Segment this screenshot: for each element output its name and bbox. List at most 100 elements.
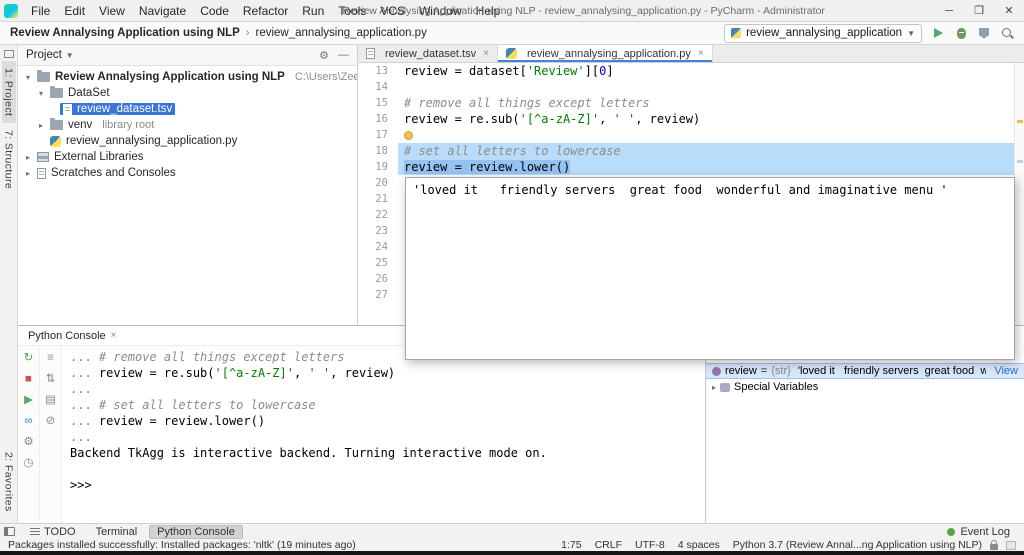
tool-windows-icon[interactable] — [3, 50, 14, 58]
console-token: review = re.sub( — [98, 366, 215, 380]
main-toolbar: Review Annalysing Application using NLP ›… — [0, 22, 1024, 45]
menu-view[interactable]: View — [92, 4, 132, 18]
tree-item-review-dataset-tsv[interactable]: review_dataset.tsv — [18, 101, 357, 117]
editor-line-17[interactable]: 17 — [358, 127, 1014, 143]
close-tab-icon[interactable]: × — [698, 48, 704, 59]
settings-gear-icon[interactable]: ⚙ — [22, 435, 36, 449]
chevron-down-icon[interactable]: ▼ — [66, 51, 74, 60]
project-panel-title[interactable]: Project — [26, 49, 62, 61]
warning-stripe-mark[interactable] — [1017, 120, 1023, 123]
maximize-button[interactable]: ❒ — [964, 0, 994, 21]
editor-line-13[interactable]: 13 review = dataset['Review'][0] — [358, 63, 1014, 79]
python-interpreter[interactable]: Python 3.7 (Review Annal...ng Applicatio… — [733, 539, 982, 551]
selection-stripe-mark[interactable] — [1017, 160, 1023, 163]
execute-icon[interactable]: ▶ — [22, 393, 36, 407]
tool-window-label: Python Console — [157, 525, 235, 538]
hide-panel-icon[interactable]: — — [338, 49, 349, 62]
caret-position[interactable]: 1:75 — [561, 539, 581, 551]
chevron-icon[interactable]: ▾ — [22, 73, 34, 82]
console-line: ... # set all letters to lowercase — [70, 397, 697, 413]
print-icon[interactable]: ▤ — [44, 393, 58, 407]
menu-refactor[interactable]: Refactor — [236, 4, 295, 18]
editor-scrollbar[interactable] — [1014, 63, 1024, 325]
status-message[interactable]: Packages installed successfully: Install… — [8, 539, 356, 551]
menu-file[interactable]: File — [24, 4, 57, 18]
file-encoding[interactable]: UTF-8 — [635, 539, 665, 551]
console-output[interactable]: ... # remove all things except letters..… — [62, 346, 705, 523]
debug-button[interactable] — [952, 24, 970, 42]
tab-review-dataset-tsv[interactable]: review_dataset.tsv × — [358, 45, 498, 62]
tree-item-external-libraries[interactable]: ▸ External Libraries — [18, 149, 357, 165]
breadcrumb-item-review-annalysing-application-py[interactable]: review_annalysing_application.py — [256, 27, 427, 39]
tree-item-review-annalysing-application-using-nlp[interactable]: ▾ Review Annalysing Application using NLP… — [18, 69, 357, 85]
tree-item-review-annalysing-application-py[interactable]: review_annalysing_application.py — [18, 133, 357, 149]
tree-item-venv[interactable]: ▸ venv library root — [18, 117, 357, 133]
tool-window-quick-access[interactable] — [0, 527, 18, 536]
close-tab-icon[interactable]: × — [483, 48, 489, 59]
left-tool-strip: 1: Project 7: Structure 2: Favorites — [0, 45, 18, 523]
editor-line-19[interactable]: 19 review = review.lower() — [358, 159, 1014, 175]
libraries-icon — [37, 152, 49, 162]
tool-windows-icon — [3, 527, 15, 536]
clear-icon[interactable]: ⊘ — [44, 414, 58, 428]
tree-item-label: review_annalysing_application.py — [66, 135, 238, 147]
soft-wrap-icon[interactable]: ⇅ — [44, 372, 58, 386]
console-token: ' ' — [308, 366, 331, 380]
tree-item-label: review_dataset.tsv — [77, 103, 173, 115]
line-number: 25 — [375, 257, 388, 269]
tree-item-scratches-and-consoles[interactable]: ▸ Scratches and Consoles — [18, 165, 357, 181]
tool-window-button-terminal[interactable]: Terminal — [88, 525, 146, 539]
event-log-button[interactable]: Event Log — [947, 526, 1010, 538]
tool-window-button-python-console[interactable]: Python Console — [149, 524, 243, 539]
close-button[interactable]: ✕ — [994, 0, 1024, 21]
tool-window-button-todo[interactable]: TODO — [22, 525, 84, 539]
editor-line-18[interactable]: 18 # set all letters to lowercase — [358, 143, 1014, 159]
console-tab[interactable]: Python Console — [28, 330, 106, 342]
settings-gear-icon[interactable]: ⚙ — [319, 49, 329, 62]
indent-style[interactable]: 4 spaces — [678, 539, 720, 551]
attach-debugger-icon[interactable]: ∞ — [22, 414, 36, 428]
tab-review-annalysing-application-py[interactable]: review_annalysing_application.py × — [497, 45, 713, 62]
tool-strip-7-structure[interactable]: 7: Structure — [2, 123, 16, 196]
menu-run[interactable]: Run — [295, 4, 331, 18]
chevron-icon[interactable]: ▸ — [22, 153, 34, 162]
line-separator[interactable]: CRLF — [595, 539, 622, 551]
tool-strip-2-favorites[interactable]: 2: Favorites — [2, 445, 16, 519]
view-link[interactable]: View — [994, 365, 1018, 377]
value-tooltip-popup: 'loved it friendly servers great food wo… — [405, 177, 1015, 360]
minimize-button[interactable]: ─ — [934, 0, 964, 21]
stop-icon[interactable]: ■ — [22, 372, 36, 386]
coverage-button[interactable] — [975, 24, 993, 42]
variable-row-special-variables[interactable]: ▸ Special Variables — [706, 379, 1024, 395]
breadcrumb-item-review-annalysing-application-using-nlp[interactable]: Review Annalysing Application using NLP — [10, 27, 240, 39]
tree-item-dataset[interactable]: ▾ DataSet — [18, 85, 357, 101]
chevron-icon[interactable]: ▸ — [712, 383, 716, 392]
menu-edit[interactable]: Edit — [57, 4, 92, 18]
chevron-down-icon: ▼ — [907, 28, 915, 38]
search-everywhere-button[interactable] — [998, 24, 1016, 42]
rerun-icon[interactable]: ↻ — [22, 351, 36, 365]
chevron-icon[interactable]: ▸ — [22, 169, 34, 178]
intention-bulb-icon[interactable] — [404, 131, 413, 140]
chevron-icon[interactable]: ▸ — [35, 121, 47, 130]
close-icon[interactable]: × — [111, 330, 117, 341]
tree-item-hint: library root — [102, 119, 155, 131]
menu-navigate[interactable]: Navigate — [132, 4, 193, 18]
editor-line-16[interactable]: 16 review = re.sub('[^a-zA-Z]', ' ', revi… — [358, 111, 1014, 127]
run-config-select[interactable]: review_annalysing_application ▼ — [724, 23, 922, 43]
lock-icon[interactable] — [990, 539, 998, 550]
memory-indicator[interactable] — [1006, 540, 1016, 550]
tool-strip-1-project[interactable]: 1: Project — [1, 61, 16, 124]
editor-line-15[interactable]: 15 # remove all things except letters — [358, 95, 1014, 111]
editor-line-14[interactable]: 14 — [358, 79, 1014, 95]
status-bar: Packages installed successfully: Install… — [0, 539, 1024, 551]
filter-icon[interactable]: ≡ — [44, 351, 58, 365]
chevron-icon[interactable]: ▾ — [35, 89, 47, 98]
run-button[interactable] — [929, 24, 947, 42]
code-token: ][ — [584, 64, 600, 78]
console-token: ... — [70, 350, 99, 364]
history-icon[interactable]: ◷ — [22, 456, 36, 470]
menu-code[interactable]: Code — [193, 4, 236, 18]
tree-item-hint: C:\Users\ZeeLot\PycharmProjects\ — [294, 71, 358, 83]
variable-row-review[interactable]: review = {str} 'loved it friendly server… — [706, 363, 1024, 379]
